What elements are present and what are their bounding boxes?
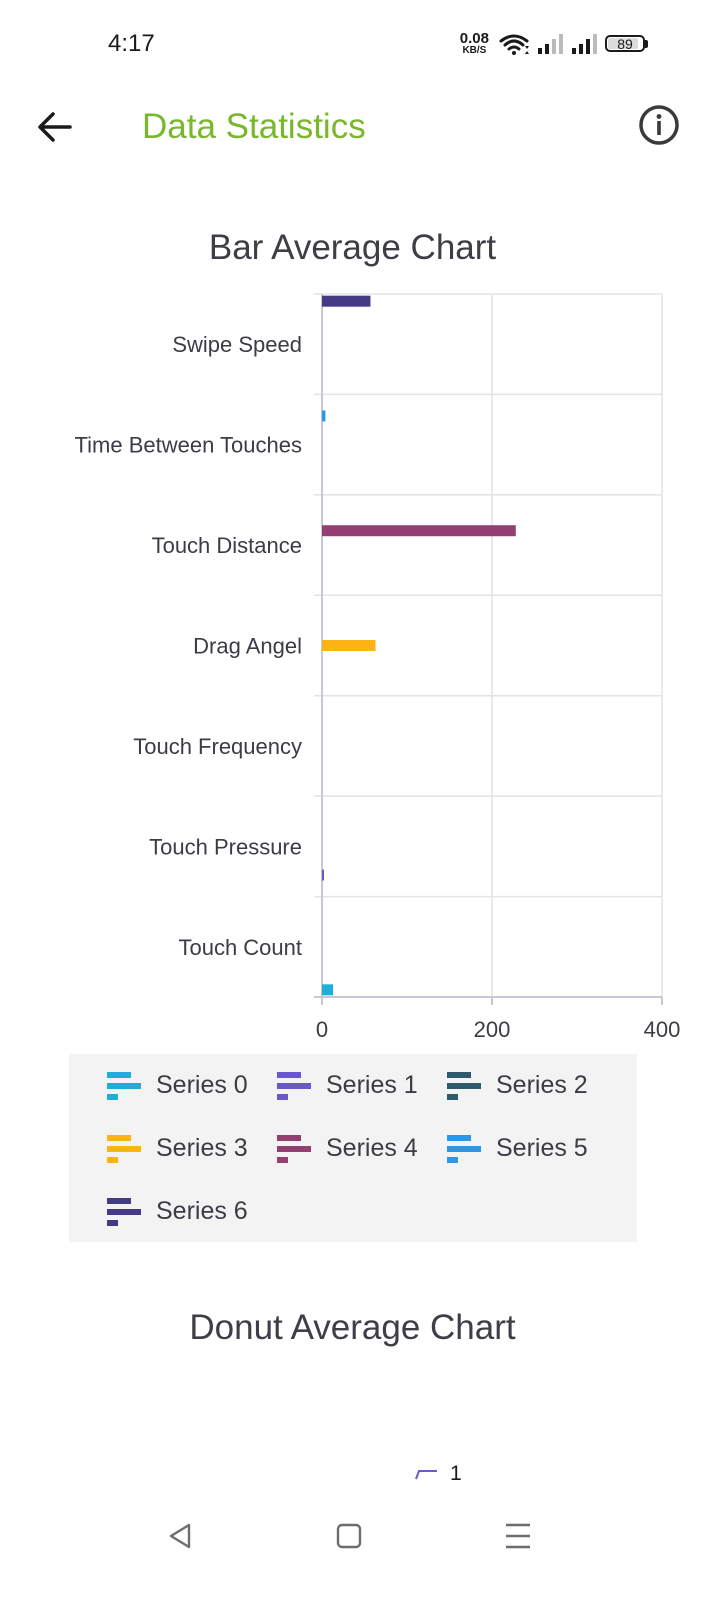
y-category-label: Touch Count	[178, 935, 302, 960]
legend-item-series-2[interactable]: Series 2	[447, 1071, 588, 1100]
donut-legend-label: 1	[450, 1462, 462, 1485]
legend-item-series-4[interactable]: Series 4	[277, 1134, 418, 1163]
y-category-label: Time Between Touches	[75, 433, 302, 458]
x-tick-label: 400	[644, 1017, 681, 1042]
battery-percent: 89	[617, 36, 633, 52]
bar-series-0	[322, 984, 334, 996]
wifi-icon	[499, 34, 529, 55]
signal-icon-sim1	[538, 33, 563, 54]
bar-chart-title: Bar Average Chart	[208, 228, 497, 267]
nav-menu-button[interactable]	[490, 1508, 546, 1564]
bar-series-5	[322, 410, 326, 422]
legend-item-series-3[interactable]: Series 3	[107, 1134, 248, 1163]
bar-chart-icon	[107, 1071, 141, 1100]
arrow-left-icon	[38, 112, 72, 142]
status-time: 4:17	[108, 30, 155, 57]
legend-label: Series 0	[156, 1071, 248, 1099]
legend-item-series-5[interactable]: Series 5	[447, 1134, 588, 1163]
legend-label: Series 4	[326, 1134, 418, 1162]
page-title: Data Statistics	[142, 107, 366, 146]
status-bar: 4:17 0.08 KB/S 89	[0, 0, 720, 88]
legend-label: Series 6	[156, 1197, 248, 1225]
donut-legend-item[interactable]: 1	[414, 1462, 462, 1486]
bar-chart-icon	[107, 1197, 141, 1226]
bar-chart-icon	[447, 1071, 481, 1100]
y-category-label: Drag Angel	[193, 634, 302, 659]
bar-chart-icon	[277, 1071, 311, 1100]
bar-series-3	[322, 640, 376, 651]
legend-label: Series 1	[326, 1071, 418, 1099]
back-button[interactable]	[30, 104, 80, 150]
y-category-label: Touch Pressure	[149, 834, 302, 859]
x-tick-label: 200	[474, 1017, 511, 1042]
battery-icon: 89	[605, 35, 648, 52]
legend-item-series-0[interactable]: Series 0	[107, 1071, 248, 1100]
bar-series-6	[322, 295, 371, 307]
nav-back-button[interactable]	[152, 1508, 208, 1564]
x-tick-label: 0	[316, 1017, 328, 1042]
y-category-label: Swipe Speed	[172, 332, 302, 357]
system-navigation-bar	[0, 1490, 720, 1600]
nav-home-button[interactable]	[321, 1508, 377, 1564]
bar-series-4	[322, 525, 516, 537]
legend-line-icon	[415, 1470, 437, 1480]
home-square-icon	[336, 1523, 362, 1549]
info-button[interactable]	[636, 102, 682, 148]
legend-label: Series 5	[496, 1134, 588, 1162]
legend-label: Series 3	[156, 1134, 248, 1162]
network-speed-unit: KB/S	[462, 45, 487, 56]
bar-chart-icon	[107, 1134, 141, 1163]
menu-lines-icon	[506, 1523, 530, 1549]
legend-item-series-6[interactable]: Series 6	[107, 1197, 248, 1226]
legend-label: Series 2	[496, 1071, 588, 1099]
app-bar: Data Statistics	[0, 88, 720, 168]
bar-chart-icon	[447, 1134, 481, 1163]
y-category-label: Touch Frequency	[133, 734, 302, 759]
network-speed: 0.08 KB/S	[460, 31, 489, 56]
status-icons: 0.08 KB/S 89	[460, 31, 648, 56]
network-speed-value: 0.08	[459, 30, 489, 47]
bar-chart-icon	[277, 1134, 311, 1163]
back-triangle-icon	[169, 1523, 191, 1549]
y-category-label: Touch Distance	[152, 533, 302, 558]
signal-icon-sim2	[572, 33, 597, 54]
chart-legend: Series 0 Series 1 Series 2 Series 3 Series 4…	[69, 1054, 637, 1242]
bar-series-1	[322, 869, 324, 881]
info-icon	[639, 105, 679, 145]
bar-average-chart: 0 200 400 Swipe Speed Time Between Touches To…	[75, 293, 681, 1042]
donut-chart-title: Donut Average Chart	[189, 1308, 516, 1347]
legend-item-series-1[interactable]: Series 1	[277, 1071, 418, 1100]
